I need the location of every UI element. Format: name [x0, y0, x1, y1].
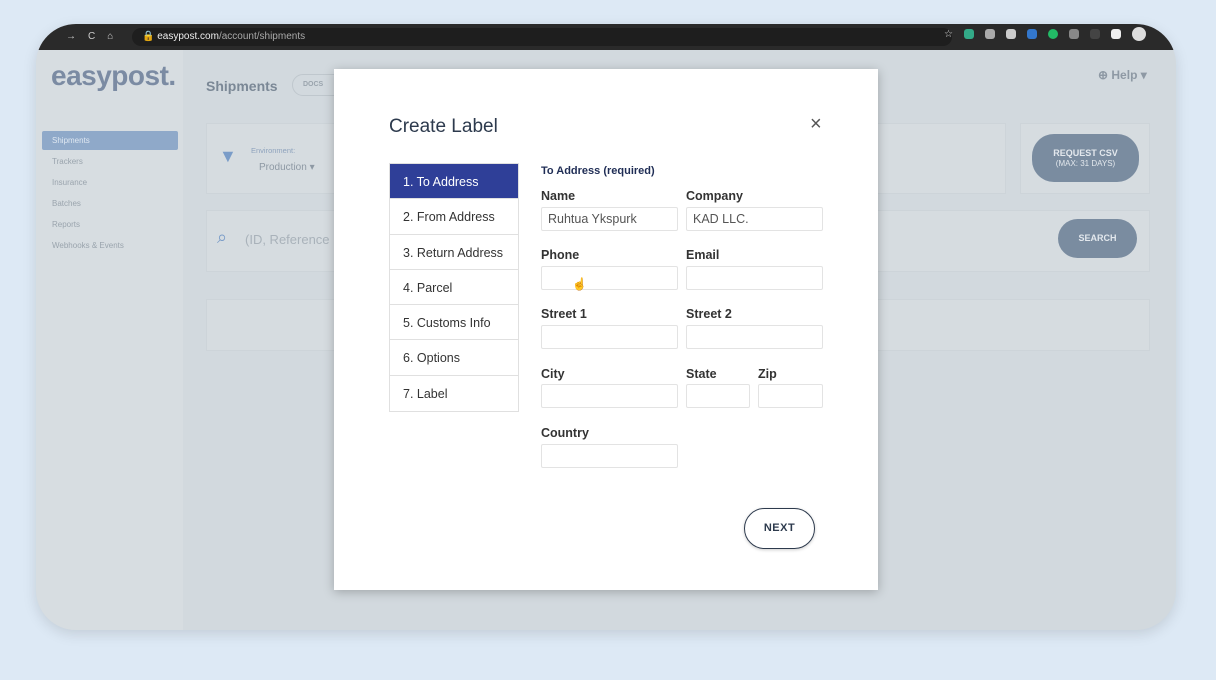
country-input[interactable] — [541, 444, 678, 468]
sidebar-item-webhooks[interactable]: Webhooks & Events — [42, 236, 178, 255]
modal-title: Create Label — [389, 116, 498, 137]
request-csv-button[interactable]: REQUEST CSV (MAX: 31 DAYS) — [1032, 134, 1139, 182]
request-csv-label: REQUEST CSV — [1053, 148, 1118, 158]
street1-input[interactable] — [541, 325, 678, 349]
zip-label: Zip — [758, 367, 777, 381]
environment-value: Production — [259, 162, 307, 173]
state-label: State — [686, 367, 717, 381]
search-input[interactable]: (ID, Reference — [245, 232, 330, 247]
browser-toolbar: →C⌂ 🔒 easypost.com/account/shipments ☆ — [36, 24, 1176, 50]
help-label: Help — [1111, 68, 1138, 82]
sidebar-item-trackers[interactable]: Trackers — [42, 152, 178, 171]
street2-input[interactable] — [686, 325, 823, 349]
extension-icon[interactable] — [1069, 29, 1079, 39]
step-parcel[interactable]: 4. Parcel — [390, 270, 518, 306]
sidebar-item-reports[interactable]: Reports — [42, 215, 178, 234]
phone-input[interactable] — [541, 266, 678, 290]
steps-nav: 1. To Address 2. From Address 3. Return … — [389, 163, 519, 413]
search-icon: ⌕ — [217, 227, 228, 247]
extension-icon[interactable] — [1027, 29, 1037, 39]
step-label[interactable]: 7. Label — [390, 376, 518, 411]
url-path: /account/shipments — [218, 31, 306, 42]
search-button[interactable]: SEARCH — [1058, 219, 1137, 258]
country-label: Country — [541, 426, 589, 440]
sidebar: easypost. Shipments Trackers Insurance B… — [36, 50, 183, 630]
url-host: easypost.com — [157, 31, 219, 42]
step-options[interactable]: 6. Options — [390, 340, 518, 376]
sidebar-item-shipments[interactable]: Shipments — [42, 131, 178, 150]
email-label: Email — [686, 248, 720, 262]
filter-icon: ▼ — [219, 146, 237, 166]
name-label: Name — [541, 189, 576, 203]
logo[interactable]: easypost. — [51, 60, 176, 92]
help-menu[interactable]: ⊕ Help ▾ — [1098, 68, 1147, 82]
company-input[interactable]: KAD LLC. — [686, 207, 823, 231]
next-button[interactable]: NEXT — [744, 508, 815, 549]
company-label: Company — [686, 189, 743, 203]
environment-select[interactable]: Production ▾ — [259, 162, 315, 173]
extension-icon[interactable] — [1090, 29, 1100, 39]
email-input[interactable] — [686, 266, 823, 290]
street1-label: Street 1 — [541, 307, 587, 321]
environment-label: Environment: — [251, 146, 296, 155]
sidebar-item-batches[interactable]: Batches — [42, 194, 178, 213]
zip-input[interactable] — [758, 384, 823, 408]
puzzle-icon[interactable] — [1111, 29, 1121, 39]
nav-buttons[interactable]: →C⌂ — [66, 31, 125, 42]
sidebar-item-insurance[interactable]: Insurance — [42, 173, 178, 192]
extension-icon[interactable] — [964, 29, 974, 39]
cursor-icon: ☝ — [572, 277, 587, 291]
state-input[interactable] — [686, 384, 750, 408]
step-to-address[interactable]: 1. To Address — [390, 164, 518, 200]
avatar[interactable] — [1132, 27, 1146, 41]
create-label-modal: Create Label × 1. To Address 2. From Add… — [334, 69, 878, 590]
city-input[interactable] — [541, 384, 678, 408]
address-bar[interactable]: 🔒 easypost.com/account/shipments — [132, 28, 952, 46]
extensions: ☆ — [944, 27, 1146, 41]
grammarly-icon[interactable] — [1048, 29, 1058, 39]
close-icon[interactable]: × — [810, 113, 822, 136]
section-title: To Address (required) — [541, 165, 655, 177]
city-label: City — [541, 367, 565, 381]
camera-icon[interactable] — [985, 29, 995, 39]
page-title: Shipments — [206, 78, 278, 94]
step-customs-info[interactable]: 5. Customs Info — [390, 305, 518, 341]
step-from-address[interactable]: 2. From Address — [390, 199, 518, 235]
street2-label: Street 2 — [686, 307, 732, 321]
phone-label: Phone — [541, 248, 580, 262]
star-icon[interactable]: ☆ — [944, 29, 953, 40]
extension-icon[interactable] — [1006, 29, 1016, 39]
request-csv-sublabel: (MAX: 31 DAYS) — [1055, 158, 1116, 168]
name-input[interactable]: Ruhtua Ykspurk — [541, 207, 678, 231]
step-return-address[interactable]: 3. Return Address — [390, 235, 518, 270]
